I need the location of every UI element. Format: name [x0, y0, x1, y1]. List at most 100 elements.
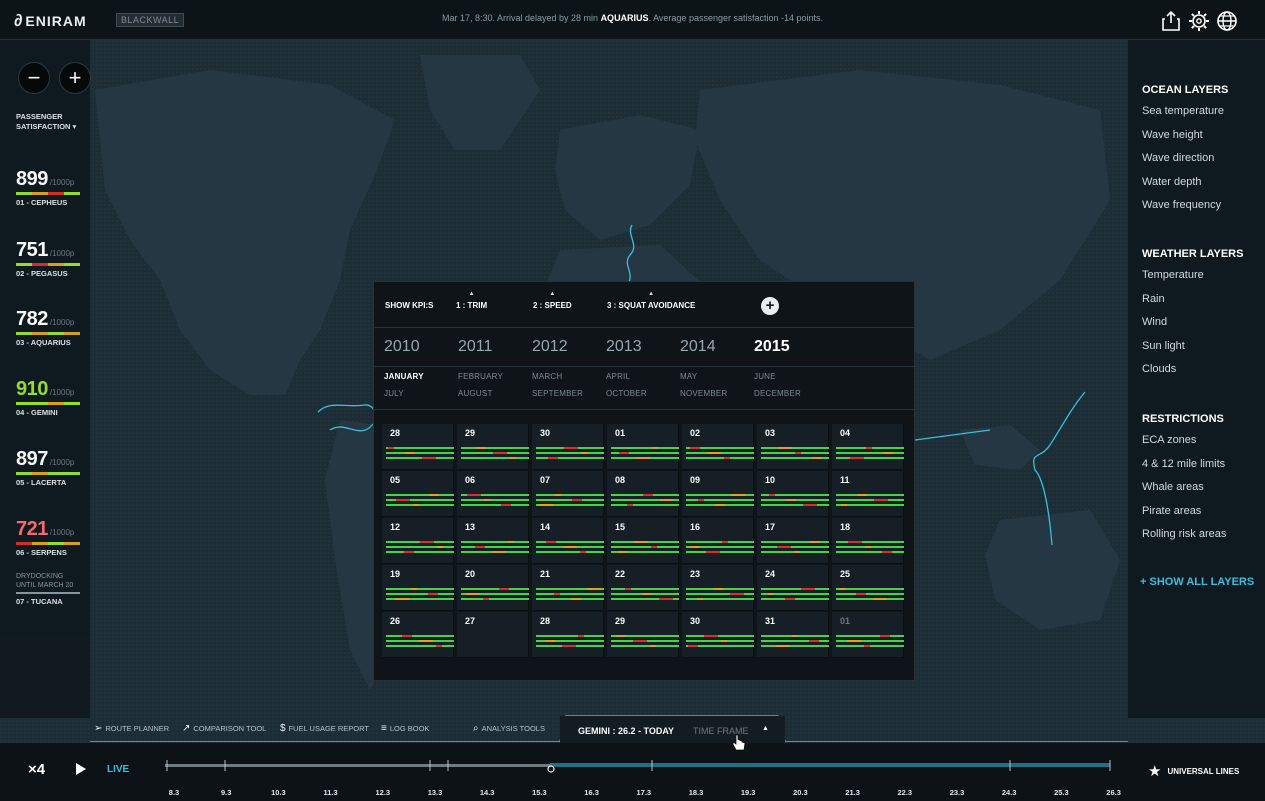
layer-item[interactable]: 4 & 12 mile limits: [1142, 457, 1226, 481]
calendar-day[interactable]: 25: [832, 565, 904, 611]
drydock-ship[interactable]: DRYDOCKING UNTIL MARCH 20 07 - TUCANA: [16, 572, 80, 606]
live-button[interactable]: LIVE: [107, 764, 129, 775]
passenger-satisfaction-dropdown[interactable]: PASSENGER SATISFACTION ▾: [16, 112, 76, 132]
calendar-day[interactable]: 21: [532, 565, 604, 611]
calendar-day[interactable]: 04: [832, 424, 904, 470]
layer-item[interactable]: Temperature: [1142, 268, 1243, 292]
universal-lines-button[interactable]: ★ UNIVERSAL LINES: [1148, 762, 1239, 780]
calendar-day[interactable]: 27: [457, 612, 529, 658]
calendar-day[interactable]: 10: [757, 471, 829, 517]
calendar-day[interactable]: 09: [682, 471, 754, 517]
playback-speed[interactable]: ×4: [28, 761, 45, 778]
tool-tab-analysis-tools[interactable]: ⌕ ANALYSIS TOOLS: [473, 723, 545, 734]
zoom-in-button[interactable]: +: [59, 62, 91, 94]
month-tab[interactable]: MAY: [680, 372, 697, 381]
kpi-segment: [636, 457, 650, 459]
tab-gemini-time-frame[interactable]: GEMINI : 26.2 - TODAY TIME FRAME ▲: [560, 716, 785, 744]
month-tab[interactable]: NOVEMBER: [680, 389, 727, 398]
calendar-day[interactable]: 05: [382, 471, 454, 517]
calendar-day[interactable]: 01: [607, 424, 679, 470]
kpi-trim[interactable]: ▲ 1 : TRIM: [456, 291, 487, 310]
ship-item[interactable]: 910/1000p 04 - GEMINI: [16, 378, 88, 417]
layer-item[interactable]: Wave frequency: [1142, 198, 1228, 222]
layer-item[interactable]: Sun light: [1142, 339, 1243, 363]
add-kpi-button[interactable]: +: [761, 297, 779, 315]
calendar-day[interactable]: 11: [832, 471, 904, 517]
notification-alert[interactable]: Mar 17, 8:30. Arrival delayed by 28 min …: [0, 13, 1265, 23]
tool-tab-route-planner[interactable]: ➢ ROUTE PLANNER: [94, 723, 169, 734]
month-tab[interactable]: SEPTEMBER: [532, 389, 583, 398]
layer-item[interactable]: Water depth: [1142, 175, 1228, 199]
zoom-out-button[interactable]: −: [18, 62, 50, 94]
calendar-day[interactable]: 22: [607, 565, 679, 611]
calendar-day[interactable]: 12: [382, 518, 454, 564]
kpi-speed[interactable]: ▲ 2 : SPEED: [533, 291, 572, 310]
tool-tab-fuel-usage-report[interactable]: $ FUEL USAGE REPORT: [280, 723, 369, 734]
calendar-day[interactable]: 06: [457, 471, 529, 517]
ship-item[interactable]: 897/1000p 05 - LACERTA: [16, 448, 88, 487]
tool-tab-log-book[interactable]: ≡ LOG BOOK: [381, 723, 429, 734]
calendar-day[interactable]: 02: [682, 424, 754, 470]
year-tab[interactable]: 2013: [606, 338, 642, 356]
calendar-day[interactable]: 08: [607, 471, 679, 517]
layer-item[interactable]: Whale areas: [1142, 480, 1226, 504]
calendar-day[interactable]: 29: [457, 424, 529, 470]
calendar-day[interactable]: 26: [382, 612, 454, 658]
calendar-day[interactable]: 23: [682, 565, 754, 611]
share-icon[interactable]: [1160, 10, 1182, 32]
year-tab[interactable]: 2015: [754, 338, 790, 356]
layer-item[interactable]: Wind: [1142, 315, 1243, 339]
calendar-day[interactable]: 30: [682, 612, 754, 658]
year-tab[interactable]: 2011: [458, 338, 492, 356]
layer-item[interactable]: Pirate areas: [1142, 504, 1226, 528]
calendar-day[interactable]: 29: [607, 612, 679, 658]
calendar-day[interactable]: 15: [607, 518, 679, 564]
calendar-day[interactable]: 20: [457, 565, 529, 611]
gear-icon[interactable]: [1188, 10, 1210, 32]
calendar-day[interactable]: 14: [532, 518, 604, 564]
month-tab[interactable]: OCTOBER: [606, 389, 647, 398]
month-tab[interactable]: JUNE: [754, 372, 776, 381]
ship-item[interactable]: 782/1000p 03 - AQUARIUS: [16, 308, 88, 347]
month-tab[interactable]: DECEMBER: [754, 389, 801, 398]
month-tab[interactable]: AUGUST: [458, 389, 493, 398]
tool-tab-comparison-tool[interactable]: ↗ COMPARISON TOOL: [182, 723, 266, 734]
layer-item[interactable]: Wave height: [1142, 128, 1228, 152]
calendar-day[interactable]: 16: [682, 518, 754, 564]
month-tab[interactable]: APRIL: [606, 372, 630, 381]
year-tab[interactable]: 2010: [384, 338, 420, 356]
layer-item[interactable]: Clouds: [1142, 362, 1243, 386]
month-tab[interactable]: MARCH: [532, 372, 562, 381]
calendar-day[interactable]: 01: [832, 612, 904, 658]
layer-item[interactable]: Rain: [1142, 292, 1243, 316]
calendar-day[interactable]: 31: [757, 612, 829, 658]
timeline-track[interactable]: [165, 755, 1165, 777]
globe-icon[interactable]: [1216, 10, 1238, 32]
calendar-day[interactable]: 18: [832, 518, 904, 564]
calendar-day[interactable]: 24: [757, 565, 829, 611]
layer-item[interactable]: ECA zones: [1142, 433, 1226, 457]
calendar-day[interactable]: 30: [532, 424, 604, 470]
time-frame-arrow-icon[interactable]: ▲: [762, 725, 769, 732]
layer-item[interactable]: Wave direction: [1142, 151, 1228, 175]
year-tab[interactable]: 2014: [680, 338, 716, 356]
month-tab[interactable]: JULY: [384, 389, 404, 398]
play-icon[interactable]: [76, 763, 86, 775]
ship-item[interactable]: 751/1000p 02 - PEGASUS: [16, 239, 88, 278]
kpi-squat-avoidance[interactable]: ▲ 3 : SQUAT AVOIDANCE: [607, 291, 695, 310]
layer-item[interactable]: Sea temperature: [1142, 104, 1228, 128]
calendar-day[interactable]: 03: [757, 424, 829, 470]
ship-item[interactable]: 721/1000p 06 - SERPENS: [16, 518, 88, 557]
ship-item[interactable]: 899/1000p 01 - CEPHEUS: [16, 168, 88, 207]
year-tab[interactable]: 2012: [532, 338, 568, 356]
calendar-day[interactable]: 13: [457, 518, 529, 564]
layer-item[interactable]: Rolling risk areas: [1142, 527, 1226, 551]
calendar-day[interactable]: 07: [532, 471, 604, 517]
calendar-day[interactable]: 28: [382, 424, 454, 470]
calendar-day[interactable]: 17: [757, 518, 829, 564]
show-all-layers-link[interactable]: + SHOW ALL LAYERS: [1140, 576, 1254, 588]
calendar-day[interactable]: 28: [532, 612, 604, 658]
month-tab[interactable]: FEBRUARY: [458, 372, 503, 381]
calendar-day[interactable]: 19: [382, 565, 454, 611]
month-tab[interactable]: JANUARY: [384, 372, 424, 381]
